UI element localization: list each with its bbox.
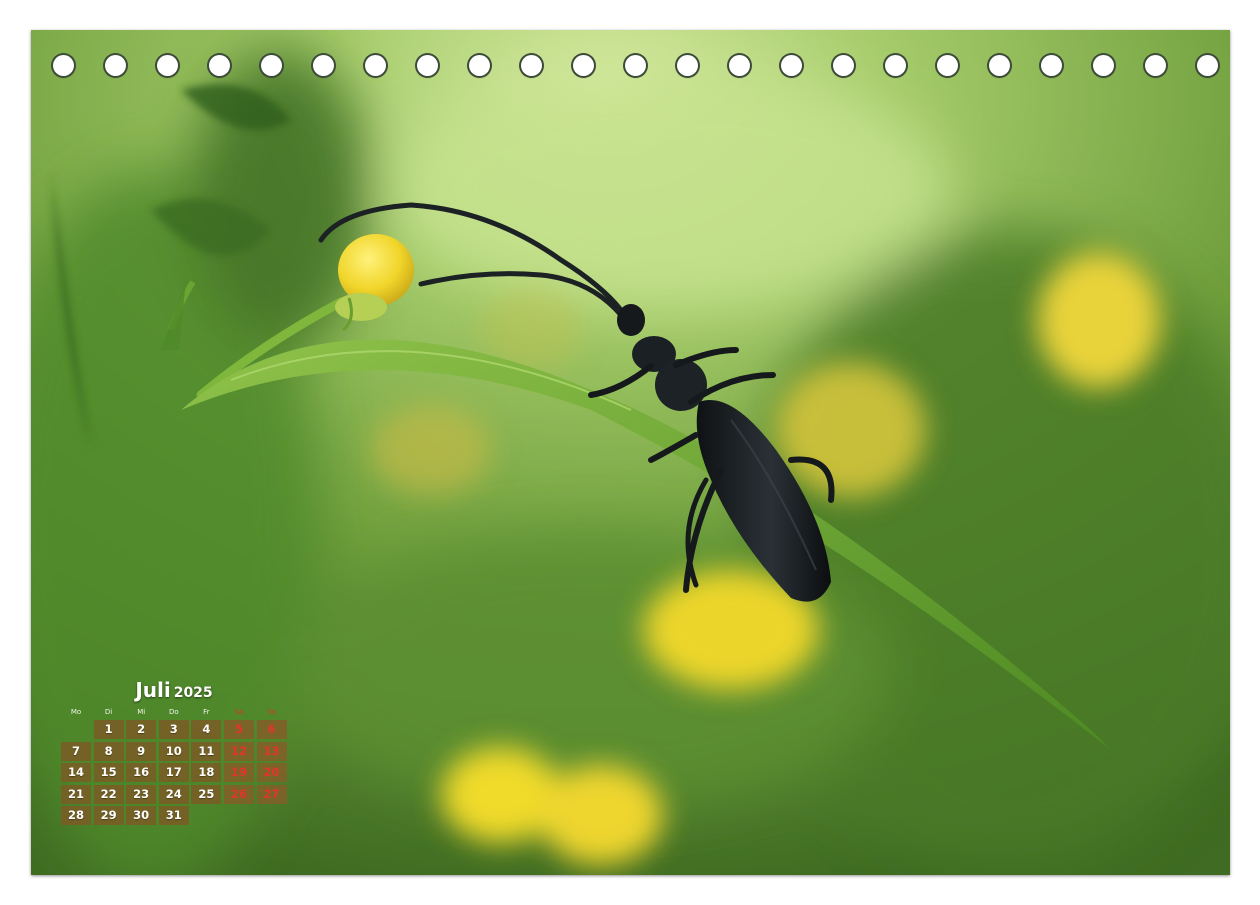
calendar-day: 6: [256, 720, 287, 739]
weekday-label: Do: [168, 708, 179, 716]
calendar-day: 11: [191, 741, 222, 761]
weekday-label: Mi: [137, 708, 146, 716]
calendar-day: 28: [61, 806, 91, 825]
calendar-day: 22: [93, 784, 124, 804]
calendar-day: 29: [93, 806, 124, 825]
calendar-day: 2: [126, 720, 157, 739]
calendar-day: 14: [61, 763, 91, 782]
calendar-day: 3: [158, 720, 189, 739]
calendar-day: 12: [223, 741, 254, 761]
calendar-day: 26: [223, 784, 254, 804]
calendar-grid: 1 2 3 4 5 6 7 8 9 10 11 12 13 14 15 16 17 18 19 20 21 22 23 24 2…: [61, 720, 287, 825]
calendar-day: 18: [191, 763, 222, 782]
calendar-title: Juli 2025: [61, 678, 287, 702]
calendar-day: 21: [61, 784, 91, 804]
calendar-year: 2025: [173, 685, 213, 701]
calendar-day: 1: [93, 720, 124, 739]
calendar-week-row: 7 8 9 10 11 12 13: [61, 741, 287, 761]
calendar-day: 31: [158, 806, 189, 825]
calendar-page: Juli 2025 Mo Di Mi Do Fr Sa So 1234567891…: [31, 30, 1230, 875]
calendar-week-row: 123456: [61, 720, 287, 739]
month-calendar: Juli 2025 Mo Di Mi Do Fr Sa So 1234567891…: [61, 678, 287, 828]
weekday-header: Mo Di Mi Do Fr Sa So: [61, 706, 287, 718]
calendar-day: 23: [126, 784, 157, 804]
calendar-day: 24: [158, 784, 189, 804]
calendar-day: 7: [61, 741, 91, 761]
weekday-label: Sa: [234, 708, 244, 716]
weekday-label: Fr: [203, 708, 210, 716]
calendar-empty-cell: [191, 806, 221, 825]
calendar-empty-cell: [224, 806, 254, 825]
calendar-day: 19: [223, 763, 254, 782]
calendar-day: 16: [126, 763, 157, 782]
calendar-day: 15: [93, 763, 124, 782]
calendar-day: 13: [256, 741, 287, 761]
calendar-empty-cell: [257, 806, 287, 825]
calendar-day: 4: [191, 720, 222, 739]
calendar-day: 8: [93, 741, 124, 761]
calendar-week-row: 28 29 30 31: [61, 806, 287, 825]
calendar-empty-cell: [61, 720, 91, 739]
calendar-day: 9: [126, 741, 157, 761]
weekday-label: Di: [104, 708, 113, 716]
calendar-day: 20: [256, 763, 287, 782]
calendar-month: Juli: [135, 678, 171, 702]
calendar-day: 5: [223, 720, 254, 739]
weekday-label: Mo: [70, 708, 82, 716]
calendar-week-row: 21 22 23 24 25 26 27: [61, 784, 287, 804]
calendar-day: 27: [256, 784, 287, 804]
calendar-day: 17: [158, 763, 189, 782]
calendar-day: 25: [191, 784, 222, 804]
calendar-day: 30: [126, 806, 157, 825]
weekday-label: So: [267, 708, 276, 716]
calendar-week-row: 14 15 16 17 18 19 20: [61, 763, 287, 782]
calendar-day: 10: [158, 741, 189, 761]
